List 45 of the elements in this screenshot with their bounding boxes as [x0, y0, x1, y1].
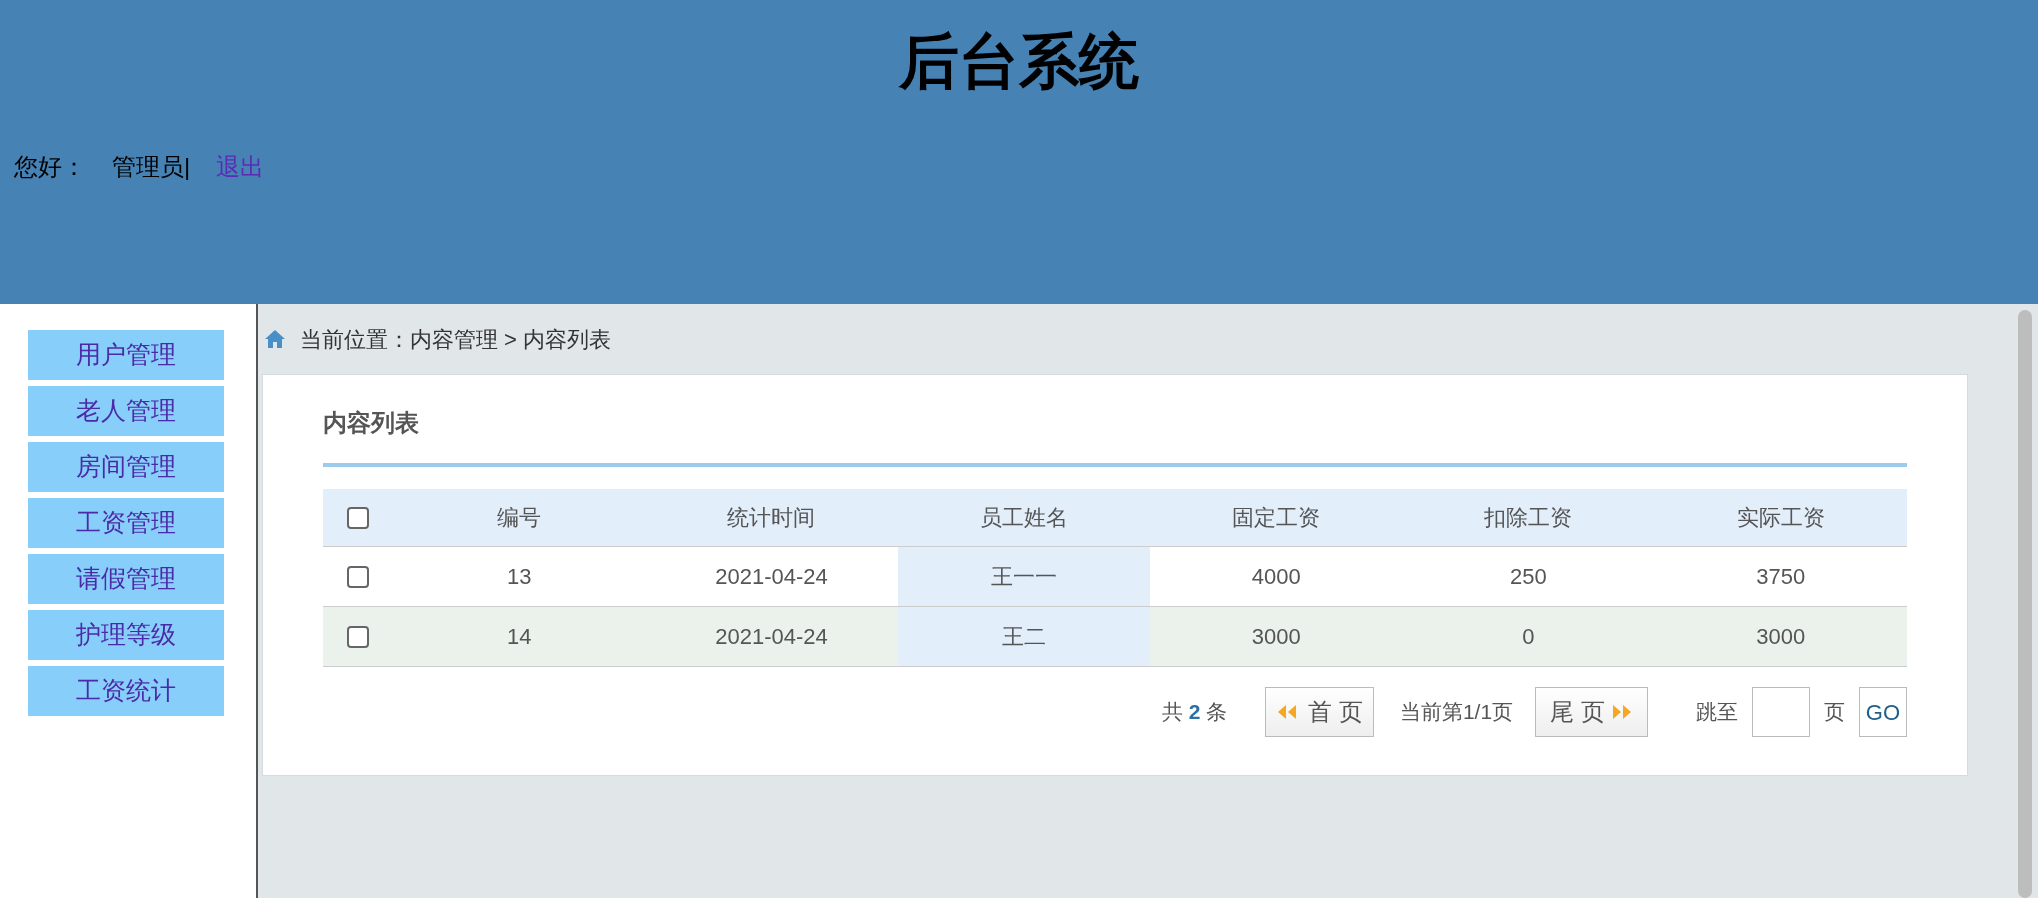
table-cell-text: 2021-04-24 — [714, 563, 829, 591]
sidebar-item[interactable]: 护理等级 — [28, 610, 224, 660]
column-header: 员工姓名 — [978, 504, 1069, 532]
breadcrumb-text: 当前位置：内容管理 > 内容列表 — [300, 325, 612, 354]
panel-title: 内容列表 — [323, 405, 1907, 467]
go-button[interactable]: GO — [1858, 687, 1907, 737]
column-header: 固定工资 — [1231, 504, 1322, 532]
double-left-arrow-icon — [1276, 704, 1299, 720]
page-unit: 页 — [1823, 699, 1845, 726]
greeting-text: 您好： — [14, 152, 86, 182]
scrollbar[interactable] — [2018, 310, 2032, 898]
column-header: 统计时间 — [726, 504, 817, 532]
table-cell-text: 3000 — [1250, 623, 1302, 651]
table-cell-text: 0 — [1521, 623, 1536, 651]
column-header: 实际工资 — [1735, 504, 1826, 532]
double-right-arrow-icon — [1610, 704, 1633, 720]
sidebar-item[interactable]: 工资管理 — [28, 498, 224, 548]
table-cell-text: 4000 — [1250, 563, 1302, 591]
sidebar-item[interactable]: 老人管理 — [28, 386, 224, 436]
table-cell-text: 13 — [505, 563, 533, 591]
last-page-button[interactable]: 尾 页 — [1535, 687, 1648, 737]
sidebar-item[interactable]: 房间管理 — [28, 442, 224, 492]
sidebar-item[interactable]: 工资统计 — [28, 666, 224, 716]
home-icon — [264, 329, 286, 349]
table-cell: 王一一 — [897, 547, 1150, 606]
table-cell-text: 14 — [505, 623, 533, 651]
page-indicator: 当前第1/1页 — [1399, 699, 1514, 726]
user-name: 管理员| — [112, 152, 191, 182]
site-title: 后台系统 — [899, 27, 1139, 97]
sidebar-item[interactable]: 请假管理 — [28, 554, 224, 604]
sidebar-item[interactable]: 用户管理 — [28, 330, 224, 380]
checkbox[interactable] — [347, 506, 369, 529]
table-cell-text: 2021-04-24 — [714, 623, 829, 651]
total-count: 共 2 条 — [1161, 699, 1228, 726]
column-header: 扣除工资 — [1483, 504, 1574, 532]
jump-label: 跳至 — [1695, 699, 1738, 726]
first-page-button[interactable]: 首 页 — [1265, 687, 1374, 737]
table-cell: 王二 — [897, 607, 1150, 666]
checkbox[interactable] — [347, 565, 369, 588]
page-input[interactable] — [1751, 687, 1810, 737]
column-header: 编号 — [496, 504, 543, 532]
table-cell-text: 3750 — [1755, 563, 1807, 591]
checkbox[interactable] — [347, 625, 369, 648]
table-cell-text: 250 — [1509, 563, 1548, 591]
table-cell-text: 3000 — [1755, 623, 1807, 651]
